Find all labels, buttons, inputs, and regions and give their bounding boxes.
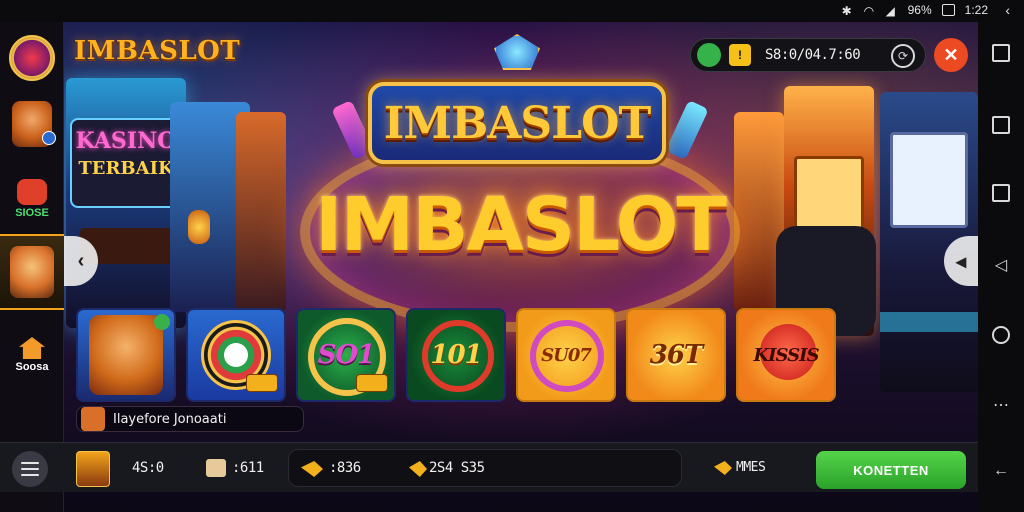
crown-gem	[494, 34, 540, 70]
warning-coin-icon: !	[729, 44, 751, 66]
level-value: 4S:0	[132, 460, 164, 476]
app-logo-icon	[9, 35, 55, 81]
coins-value: :611	[232, 460, 264, 476]
status-icons: ✱ ◠ ◢ 96% 1:22	[841, 3, 988, 18]
tile-badge	[246, 374, 278, 392]
hot-icon	[17, 179, 47, 205]
recents-icon[interactable]	[992, 184, 1010, 202]
refresh-icon[interactable]: ⟳	[891, 44, 915, 68]
menu-button[interactable]	[12, 451, 48, 487]
game-tile-36t[interactable]: 36T	[626, 308, 726, 402]
brand-logo[interactable]: IMBASLOT	[74, 36, 240, 66]
slot-machine-left: KASINO TERBAIK	[66, 78, 186, 328]
game-tile-so1[interactable]: SO1	[296, 308, 396, 402]
title-plaque-text: IMBASLOT	[383, 97, 651, 149]
menu-line-icon	[21, 468, 39, 470]
battery-icon	[941, 4, 955, 16]
clock: 1:22	[964, 3, 988, 17]
lion-game-icon	[89, 315, 163, 395]
bottom-bar: 4S:0 :611 :836 2S4 S35 MMES KONETTEN	[0, 442, 978, 492]
lion-avatar-icon	[12, 101, 56, 147]
tile-label: 36T	[649, 340, 704, 370]
sidebar-item-hot[interactable]: SIOSE	[0, 166, 64, 232]
sign-terbaik: TERBAIK	[78, 158, 174, 179]
bluetooth-icon: ✱	[841, 4, 852, 18]
stats-pill[interactable]: :836 2S4 S35	[288, 449, 682, 487]
tile-badge	[356, 374, 388, 392]
menu-line-icon	[21, 462, 39, 464]
game-tile-su07[interactable]: SU07	[516, 308, 616, 402]
wifi-icon: ◠	[863, 4, 875, 18]
title-big: IMBASLOT	[314, 182, 727, 268]
signal-icon: ◢	[885, 4, 895, 18]
gift-icon[interactable]	[697, 43, 721, 67]
close-button[interactable]: ✕	[934, 38, 968, 72]
tile-label: SO1	[317, 340, 376, 370]
sidebar-item-home-logo[interactable]	[0, 28, 64, 88]
system-nav-bar: ◁ ⋯ ←	[978, 22, 1024, 512]
game-tile-101[interactable]: 101	[406, 308, 506, 402]
game-tiles-row: SO1 101 SU07 36T KISSIS	[76, 308, 836, 402]
split-screen-icon[interactable]	[992, 44, 1010, 62]
mores-icon	[714, 461, 732, 475]
sidebar-item-tiger[interactable]	[0, 234, 64, 310]
title-plaque: IMBASLOT	[368, 82, 666, 164]
game-tile-lion[interactable]	[76, 308, 176, 402]
wallet-pill[interactable]: ! S8:0/04.7:60 ⟳	[690, 38, 926, 72]
game-tile-kissis[interactable]: KISSIS	[736, 308, 836, 402]
stat2-value: 2S4 S35	[429, 460, 485, 476]
mores-label[interactable]: MMES	[736, 460, 766, 475]
more-icon[interactable]: ⋯	[992, 396, 1010, 414]
nav-back-arrow-icon[interactable]: ←	[992, 462, 1010, 480]
kasino-sign: KASINO TERBAIK	[70, 118, 182, 208]
crystal-right	[665, 99, 709, 161]
cube-coin-icon	[206, 459, 226, 477]
sign-kasino: KASINO	[75, 128, 177, 154]
stat1-icon	[301, 461, 323, 477]
login-button[interactable]: KONETTEN	[816, 451, 966, 489]
back-icon[interactable]: ◁	[992, 256, 1010, 274]
sidebar-home-label: Soosa	[15, 361, 49, 373]
tile-label: SU07	[541, 344, 592, 366]
window-icon[interactable]	[992, 116, 1010, 134]
stat1-value: :836	[329, 460, 361, 476]
sidebar-item-home[interactable]: Soosa	[0, 322, 64, 388]
tile-label: 101	[430, 340, 482, 370]
lamp-decor	[188, 210, 210, 244]
status-back-icon[interactable]: ‹	[1005, 2, 1010, 18]
left-sidebar: SIOSE Soosa	[0, 22, 64, 512]
tiger-avatar-icon	[10, 246, 54, 298]
sidebar-hot-label: SIOSE	[15, 207, 49, 219]
winner-avatar-icon	[81, 407, 105, 431]
winner-marquee: Ilayefore Jonoaati	[76, 406, 304, 432]
tile-label: KISSIS	[753, 344, 819, 366]
battery-percent: 96%	[907, 3, 932, 17]
wallet-balance: S8:0/04.7:60	[765, 47, 861, 63]
sidebar-item-lion[interactable]	[0, 94, 64, 154]
home-button-icon[interactable]	[992, 326, 1010, 344]
user-avatar[interactable]	[76, 451, 110, 487]
status-bar: ✱ ◠ ◢ 96% 1:22 ‹	[0, 0, 1024, 22]
home-icon	[19, 337, 45, 359]
corner-badge-icon	[154, 314, 170, 330]
menu-line-icon	[21, 474, 39, 476]
stat2-icon	[409, 461, 427, 477]
game-tile-roulette[interactable]	[186, 308, 286, 402]
marquee-text: Ilayefore Jonoaati	[113, 411, 227, 427]
